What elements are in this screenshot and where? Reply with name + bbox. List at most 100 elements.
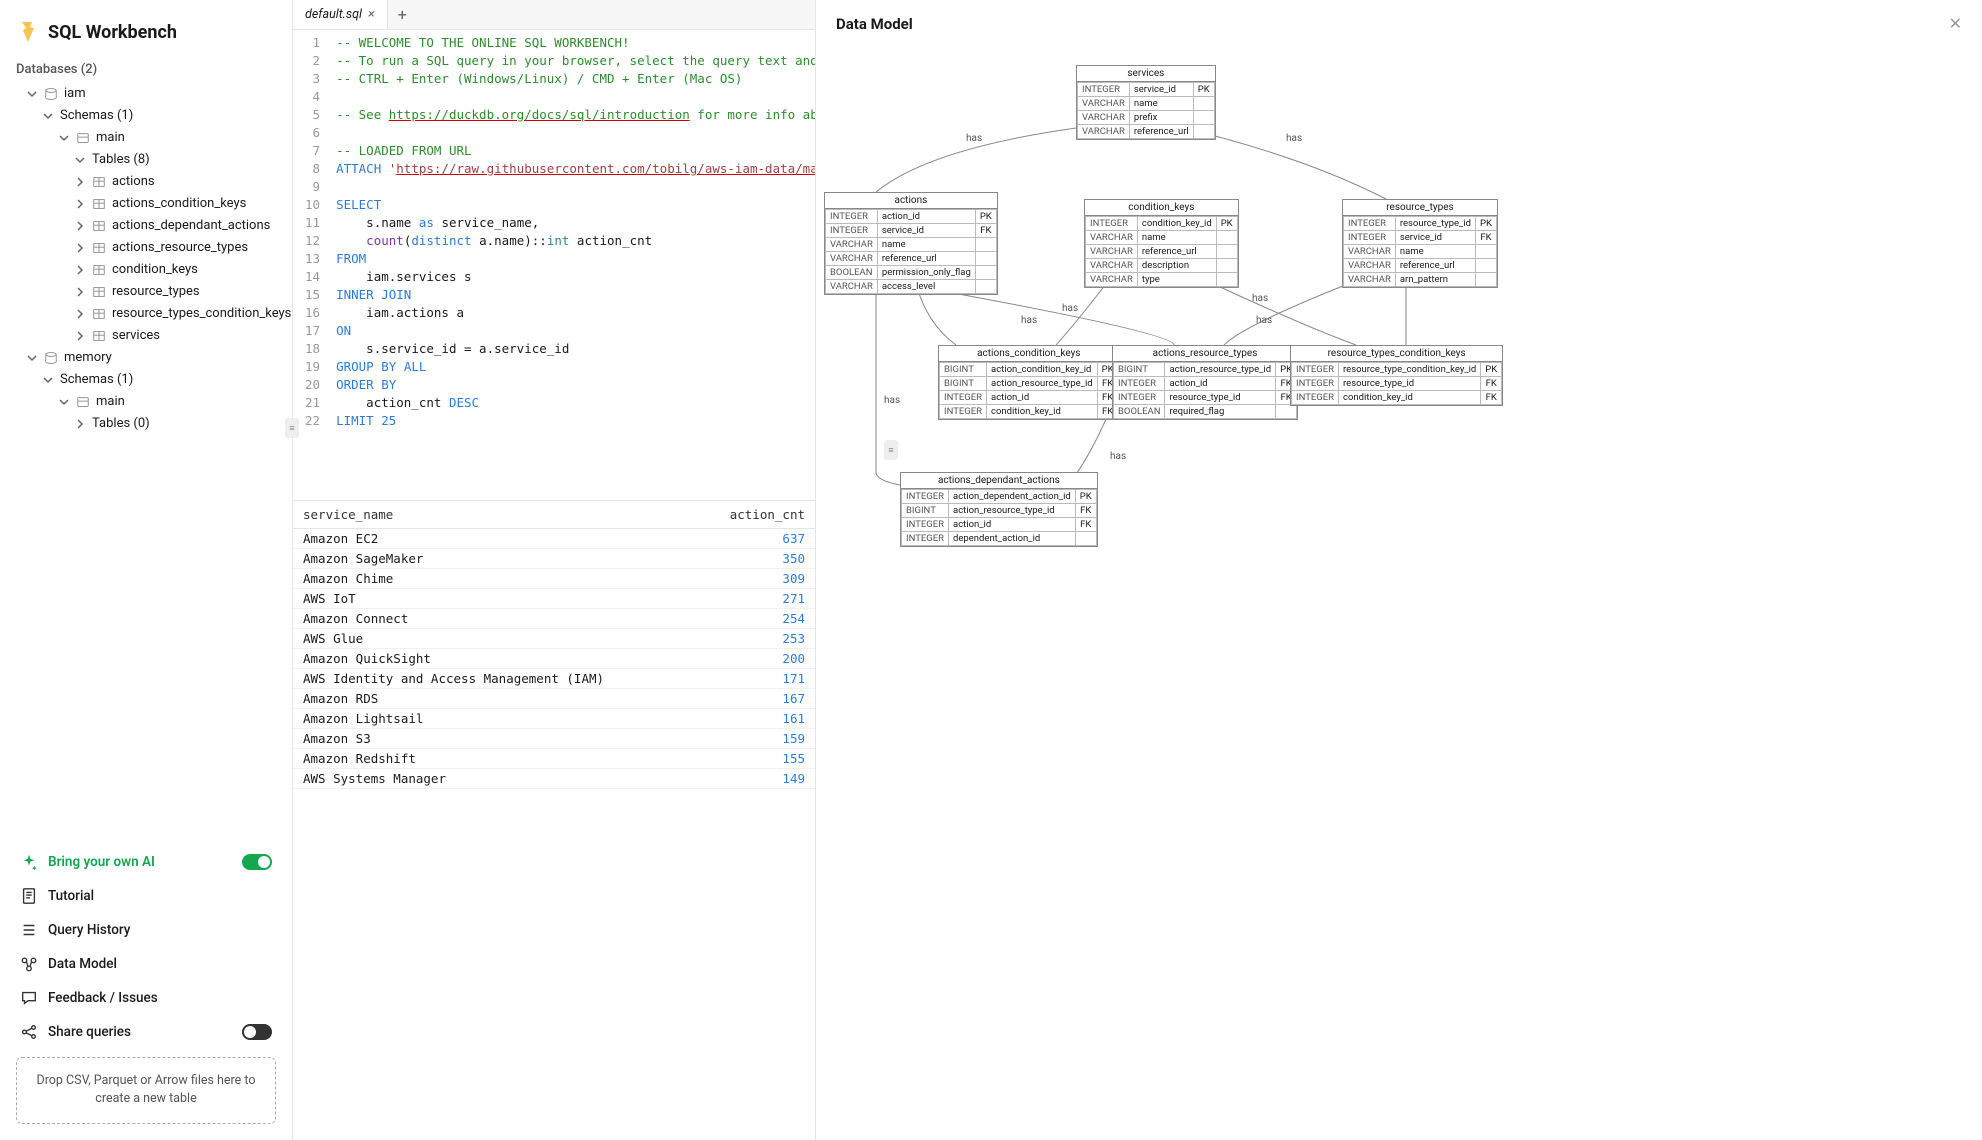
table-row[interactable]: Amazon Lightsail161 <box>293 709 815 729</box>
schema-node-main[interactable]: main <box>8 127 284 149</box>
entity-services[interactable]: servicesINTEGERservice_idPKVARCHARnameVA… <box>1076 65 1216 140</box>
share-toggle[interactable] <box>242 1024 272 1040</box>
entity-actions_resource_types[interactable]: actions_resource_typesBIGINTaction_resou… <box>1112 345 1298 420</box>
db-node-memory[interactable]: memory <box>8 347 284 369</box>
database-tree: iam Schemas (1) main Tables (8) actions … <box>0 83 292 837</box>
table-row[interactable]: AWS IoT271 <box>293 589 815 609</box>
history-button[interactable]: Query History <box>16 913 276 947</box>
table-row[interactable]: AWS Systems Manager149 <box>293 769 815 789</box>
col-action-cnt[interactable]: action_cnt <box>696 501 815 529</box>
diagram-icon <box>20 955 38 973</box>
entity-resource_types[interactable]: resource_typesINTEGERresource_type_idPKI… <box>1342 199 1498 288</box>
svg-text:has: has <box>1021 315 1037 326</box>
chevron-down-icon <box>74 154 86 166</box>
ai-button[interactable]: Bring your own AI <box>16 845 276 879</box>
database-icon <box>44 351 58 365</box>
editor-pane: default.sql × + 123456789101112131415161… <box>293 0 815 1140</box>
tables-node[interactable]: Tables (8) <box>8 149 284 171</box>
table-icon <box>92 329 106 343</box>
panel-close-icon[interactable]: ✕ <box>1949 14 1962 33</box>
results-grid[interactable]: service_name action_cnt Amazon EC2637Ama… <box>293 500 815 1140</box>
table-node[interactable]: actions_condition_keys <box>8 193 284 215</box>
table-icon <box>92 263 106 277</box>
entity-condition_keys[interactable]: condition_keysINTEGERcondition_key_idPKV… <box>1084 199 1239 288</box>
svg-text:has: has <box>966 133 982 144</box>
table-node[interactable]: condition_keys <box>8 259 284 281</box>
tab-close-icon[interactable]: × <box>368 7 375 22</box>
table-row[interactable]: Amazon RDS167 <box>293 689 815 709</box>
table-node[interactable]: actions <box>8 171 284 193</box>
table-node[interactable]: actions_dependant_actions <box>8 215 284 237</box>
svg-text:has: has <box>1110 451 1126 462</box>
table-row[interactable]: Amazon Redshift155 <box>293 749 815 769</box>
entity-actions[interactable]: actionsINTEGERaction_idPKINTEGERservice_… <box>824 192 998 295</box>
tab-default-sql[interactable]: default.sql × <box>293 0 388 29</box>
app-title: SQL Workbench <box>48 22 177 43</box>
schema-icon <box>76 131 90 145</box>
schemas-node-memory[interactable]: Schemas (1) <box>8 369 284 391</box>
erd-collapse-handle[interactable]: ≡ <box>884 440 898 460</box>
entity-resource_types_condition_keys[interactable]: resource_types_condition_keysINTEGERreso… <box>1290 345 1503 406</box>
datamodel-button[interactable]: Data Model <box>16 947 276 981</box>
table-icon <box>92 241 106 255</box>
col-service-name[interactable]: service_name <box>293 501 696 529</box>
table-row[interactable]: Amazon Chime309 <box>293 569 815 589</box>
tables-label: Tables (8) <box>92 151 150 169</box>
file-dropzone[interactable]: Drop CSV, Parquet or Arrow files here to… <box>16 1057 276 1125</box>
schemas-node-iam[interactable]: Schemas (1) <box>8 105 284 127</box>
sidebar-footer: Bring your own AI Tutorial Query History… <box>0 837 292 1140</box>
chevron-right-icon <box>74 242 86 254</box>
tables-label-memory: Tables (0) <box>92 415 150 433</box>
table-row[interactable]: Amazon QuickSight200 <box>293 649 815 669</box>
table-node[interactable]: resource_types <box>8 281 284 303</box>
share-button[interactable]: Share queries <box>16 1015 276 1049</box>
svg-text:has: has <box>1252 293 1268 304</box>
tab-add-button[interactable]: + <box>388 5 417 24</box>
chevron-right-icon <box>74 286 86 298</box>
db-name-iam: iam <box>64 85 86 103</box>
table-node[interactable]: resource_types_condition_keys <box>8 303 284 325</box>
table-node[interactable]: actions_resource_types <box>8 237 284 259</box>
table-row[interactable]: Amazon Connect254 <box>293 609 815 629</box>
erd-canvas[interactable]: hashashashashashashashas servicesINTEGER… <box>816 43 1982 1139</box>
chevron-down-icon <box>42 374 54 386</box>
schema-node-memory-main[interactable]: main <box>8 391 284 413</box>
table-row[interactable]: Amazon SageMaker350 <box>293 549 815 569</box>
panel-title: Data Model <box>836 15 913 33</box>
table-row[interactable]: Amazon S3159 <box>293 729 815 749</box>
table-row[interactable]: AWS Identity and Access Management (IAM)… <box>293 669 815 689</box>
table-row[interactable]: AWS Glue253 <box>293 629 815 649</box>
entity-actions_dependant_actions[interactable]: actions_dependant_actionsINTEGERaction_d… <box>900 472 1098 547</box>
document-icon <box>20 887 38 905</box>
chevron-right-icon <box>74 220 86 232</box>
sparkle-icon <box>20 853 38 871</box>
editor-tabs: default.sql × + <box>293 0 815 30</box>
sidebar-collapse-handle[interactable]: ≡ <box>285 418 299 438</box>
table-node[interactable]: services <box>8 325 284 347</box>
feedback-button[interactable]: Feedback / Issues <box>16 981 276 1015</box>
entity-actions_condition_keys[interactable]: actions_condition_keysBIGINTaction_condi… <box>938 345 1120 420</box>
table-row[interactable]: Amazon EC2637 <box>293 529 815 549</box>
chevron-down-icon <box>26 88 38 100</box>
tutorial-button[interactable]: Tutorial <box>16 879 276 913</box>
database-icon <box>44 87 58 101</box>
db-node-iam[interactable]: iam <box>8 83 284 105</box>
share-icon <box>20 1023 38 1041</box>
chevron-right-icon <box>74 198 86 210</box>
sidebar: SQL Workbench Databases (2) iam Schemas … <box>0 0 293 1140</box>
table-icon <box>92 285 106 299</box>
svg-text:has: has <box>1286 133 1302 144</box>
chevron-down-icon <box>26 352 38 364</box>
chevron-down-icon <box>58 396 70 408</box>
schemas-label: Schemas (1) <box>60 107 133 125</box>
ai-toggle[interactable] <box>242 854 272 870</box>
svg-text:has: has <box>884 395 900 406</box>
schema-name: main <box>96 129 125 147</box>
code-editor[interactable]: 12345678910111213141516171819202122 -- W… <box>293 30 815 500</box>
tables-node-memory[interactable]: Tables (0) <box>8 413 284 435</box>
svg-text:has: has <box>1062 303 1078 314</box>
table-icon <box>92 175 106 189</box>
schema-name: main <box>96 393 125 411</box>
chevron-right-icon <box>74 176 86 188</box>
chevron-right-icon <box>74 418 86 430</box>
